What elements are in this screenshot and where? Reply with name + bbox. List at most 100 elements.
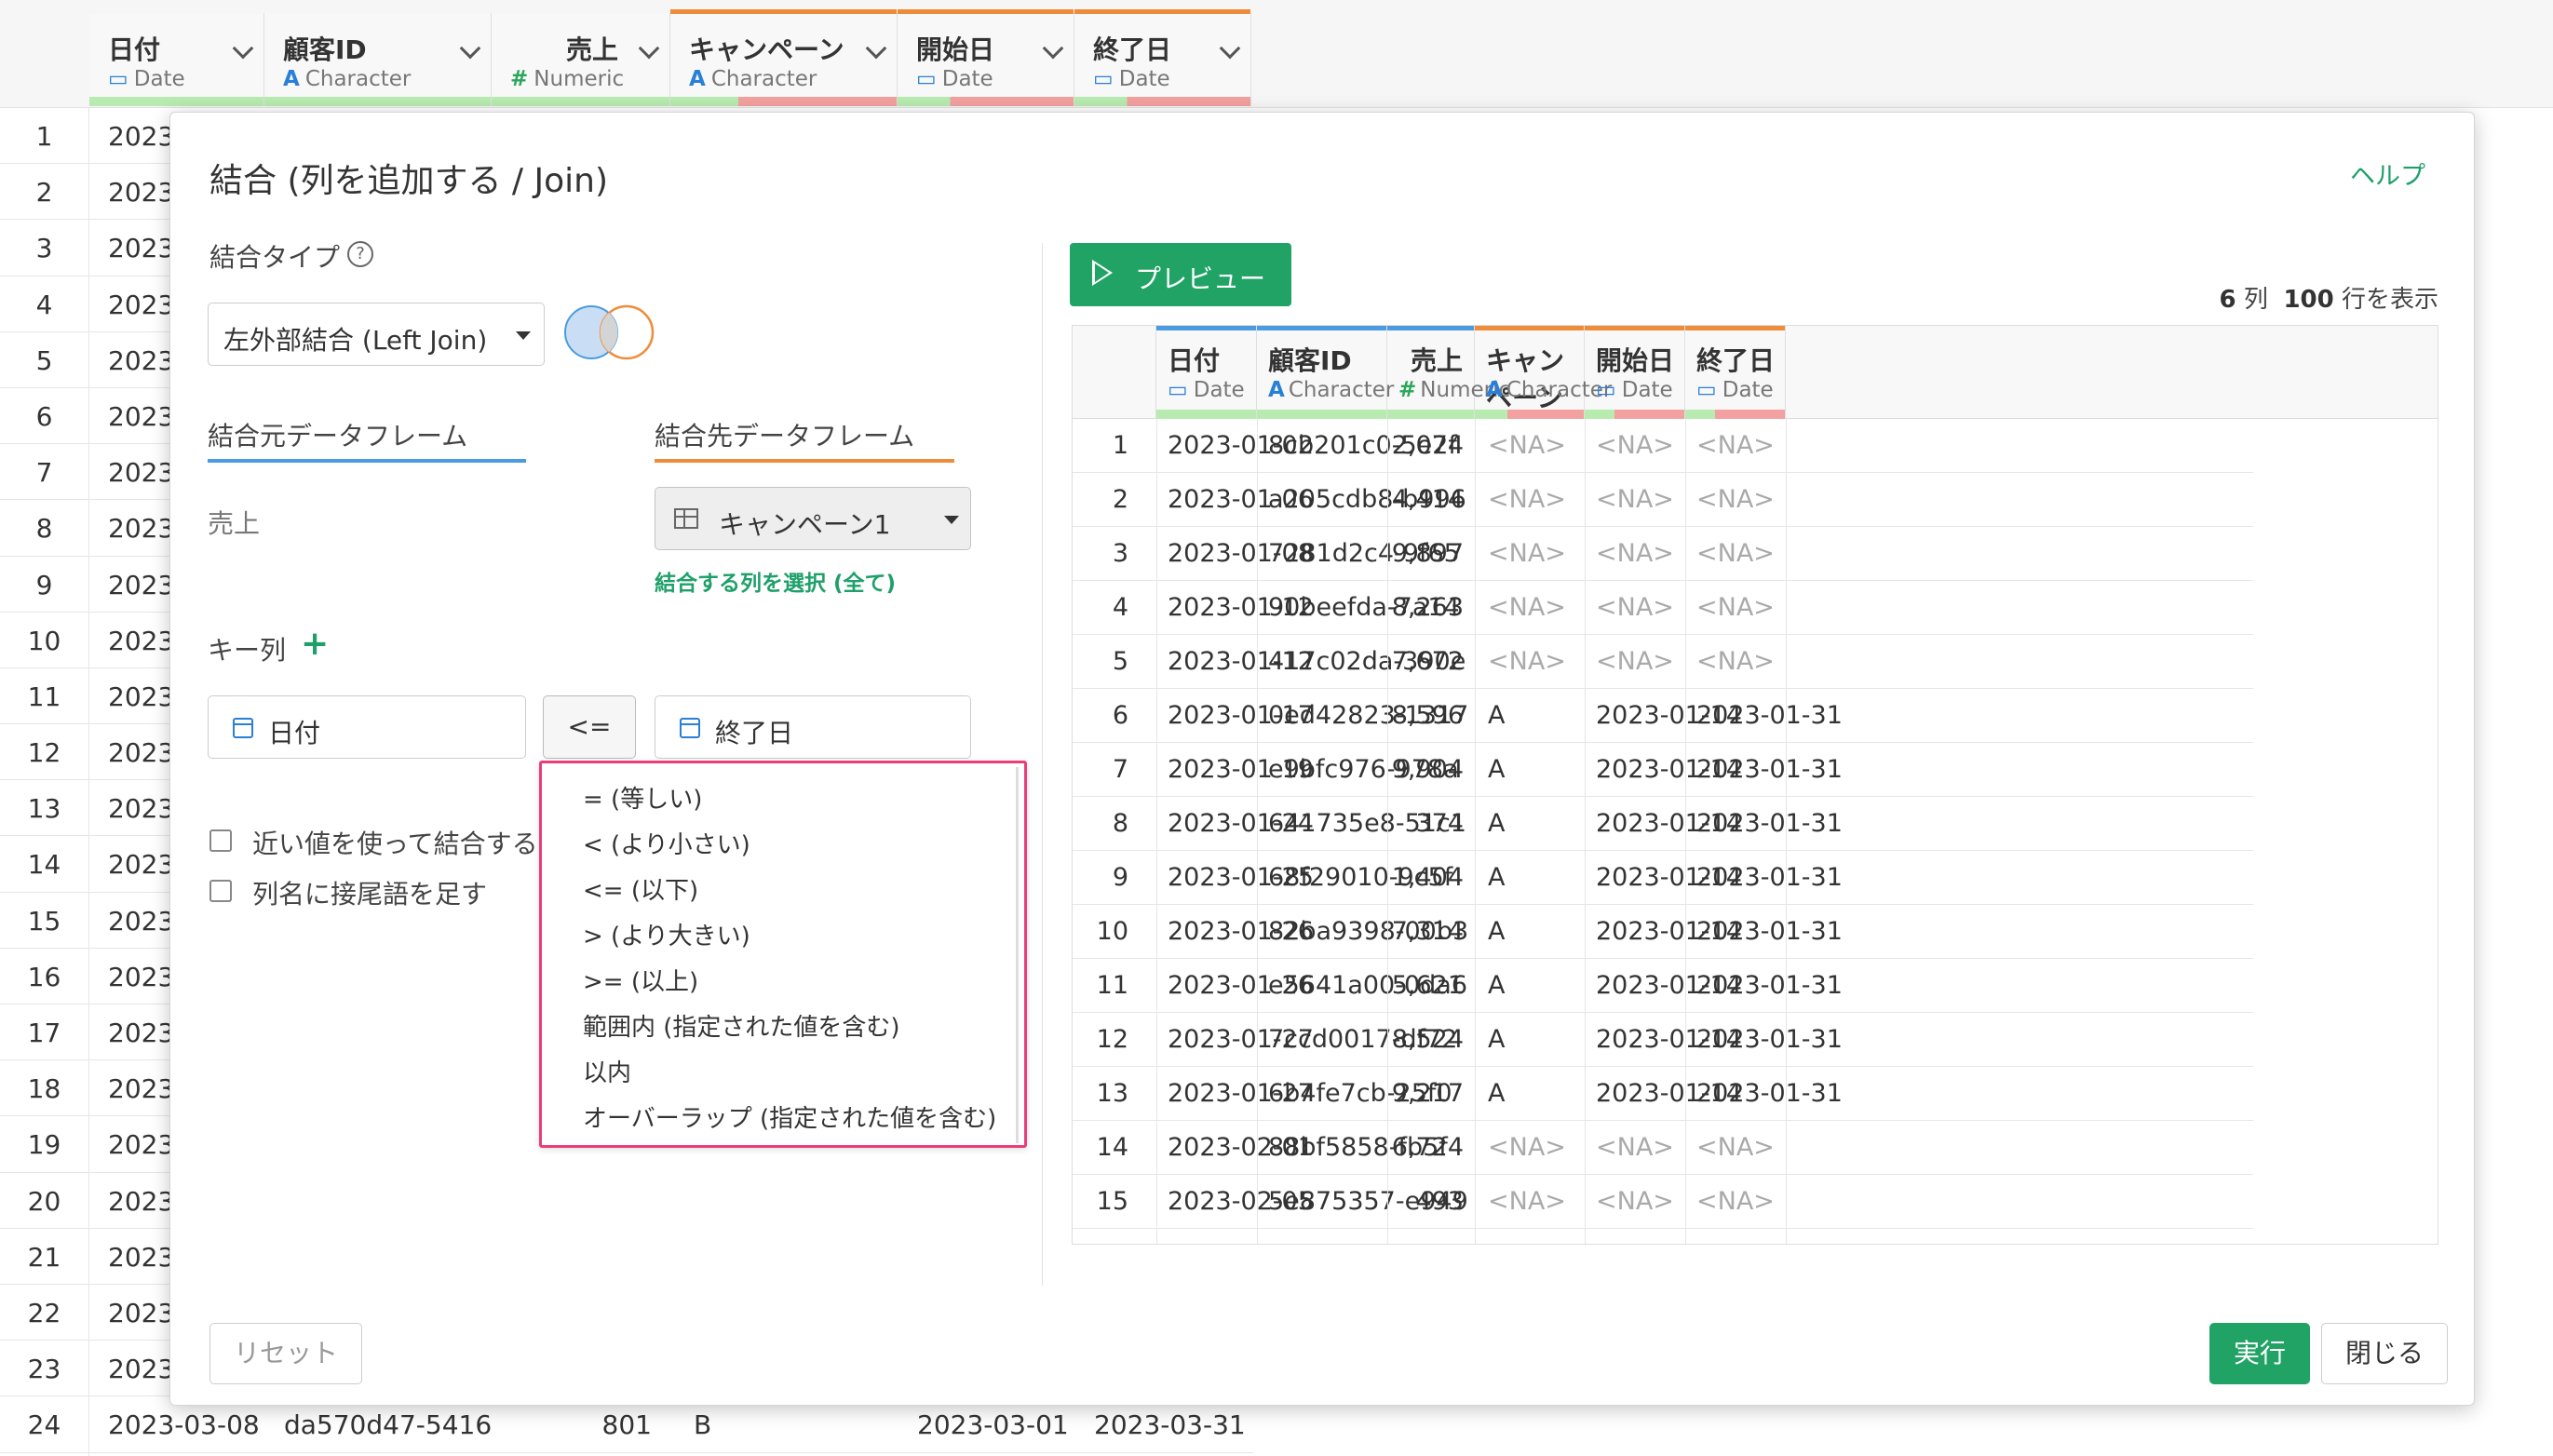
table-cell: 7,672 — [1391, 647, 1464, 676]
row-number: 10 — [27, 625, 61, 656]
select-columns-link[interactable]: 結合する列を選択 (全て) — [655, 565, 896, 597]
calendar-icon — [233, 718, 253, 738]
row-number: 12 — [1096, 1025, 1128, 1054]
table-cell: 374 — [1415, 809, 1464, 838]
preview-column-end-date[interactable]: 終了日 ▭ Date — [1685, 326, 1786, 419]
table-cell: <NA> — [1696, 1133, 1775, 1162]
row-number: 13 — [1096, 1079, 1128, 1108]
caret-down-icon — [516, 331, 531, 340]
column-type: A Character — [283, 67, 412, 91]
dropdown-scrollbar[interactable] — [1016, 767, 1019, 1143]
table-cell: 8,524 — [1391, 1025, 1464, 1054]
table-cell: <NA> — [1596, 1187, 1674, 1216]
bg-column-date[interactable]: 日付 ▭ Date — [89, 9, 264, 106]
preview-column-date[interactable]: 日付 ▭ Date — [1156, 326, 1257, 419]
question-icon[interactable]: ? — [347, 241, 373, 267]
table-cell: <NA> — [1696, 593, 1775, 622]
column-name: 売上 — [566, 34, 619, 65]
operator-option[interactable]: < (より小さい) — [583, 826, 750, 860]
key-operator-select[interactable]: <= — [543, 695, 636, 759]
bg-column-end-date[interactable]: 終了日 ▭ Date — [1074, 9, 1251, 106]
calendar-icon: ▭ — [108, 67, 128, 91]
operator-option[interactable]: オーバーラップ (指定された値を含む) — [583, 1099, 996, 1134]
preview-column-start-date[interactable]: 開始日 ▭ Date — [1585, 326, 1685, 419]
table-cell: <NA> — [1488, 647, 1566, 676]
chevron-down-icon[interactable] — [232, 37, 254, 60]
chevron-down-icon[interactable] — [638, 37, 660, 60]
key-left-select[interactable]: 日付 — [208, 695, 526, 759]
tab-target-dataframe[interactable]: 結合先データフレーム — [655, 416, 954, 463]
calendar-icon: ▭ — [1168, 378, 1188, 402]
preview-column-customer-id[interactable]: 顧客ID A Character — [1257, 326, 1394, 419]
table-row: 9 2023-01-25 68f29010-9c5f 1,404 A 2023-01-14… — [1073, 851, 2253, 905]
help-link[interactable]: ヘルプ — [2350, 155, 2425, 192]
tab-source-dataframe[interactable]: 結合元データフレーム — [208, 416, 526, 463]
calendar-icon: ▭ — [1093, 67, 1114, 91]
close-button[interactable]: 閉じる — [2321, 1323, 2448, 1384]
calendar-icon — [680, 718, 700, 738]
preview-column-sales[interactable]: 売上 # Numeric — [1387, 326, 1510, 419]
bg-column-customer-id[interactable]: 顧客ID A Character — [264, 13, 492, 106]
calendar-icon: ▭ — [916, 67, 937, 91]
join-dialog: 結合 (列を追加する / Join) ヘルプ 結合タイプ ? 左外部結合 (Le… — [169, 112, 2475, 1406]
table-cell: 2023 — [108, 1018, 175, 1048]
suffix-checkbox[interactable] — [209, 880, 232, 902]
nearest-value-label: 近い値を使って結合する — [252, 829, 538, 859]
column-name: 顧客ID — [1268, 345, 1352, 376]
nearest-value-checkbox[interactable] — [209, 829, 232, 852]
column-type: ▭ Date — [1696, 378, 1774, 402]
table-row: 4 2023-01-12 90beefda-7a14 8,263 <NA> <NA> <NA… — [1073, 581, 2253, 635]
table-cell: <NA> — [1488, 1187, 1566, 1216]
preview-column-campaign[interactable]: キャンペーン A Character — [1475, 326, 1612, 419]
operator-option[interactable]: > (より大きい) — [583, 917, 750, 951]
chevron-down-icon[interactable] — [1219, 37, 1241, 60]
operator-option[interactable]: >= (以上) — [583, 963, 698, 997]
table-row: 6 2023-01-17 0ed42823-1317 8,596 A 2023-01-14… — [1073, 689, 2253, 743]
row-number: 7 — [35, 457, 53, 489]
table-cell: 8,263 — [1391, 593, 1464, 622]
reset-button[interactable]: リセット — [209, 1323, 362, 1384]
table-cell: 2023 — [108, 457, 175, 489]
chevron-down-icon[interactable] — [865, 37, 887, 60]
table-row: 10 2023-01-26 82ba9398-00b3 7,314 A 2023-01-1… — [1073, 905, 2253, 959]
table-cell: <NA> — [1596, 593, 1674, 622]
operator-option[interactable]: = (等しい) — [583, 780, 702, 815]
key-right-value: 終了日 — [715, 718, 794, 748]
table-cell: 2023 — [108, 905, 175, 937]
target-dataframe-select[interactable]: キャンペーン1 — [655, 487, 971, 550]
join-type-label: 結合タイプ — [209, 242, 341, 273]
column-divider — [1387, 419, 1388, 1244]
table-row: 11 2023-01-26 e5641a00-0da6 5,621 A 2023-01-1… — [1073, 959, 2253, 1013]
table-cell: da570d47-5416 — [284, 1409, 493, 1441]
bg-column-start-date[interactable]: 開始日 ▭ Date — [898, 9, 1074, 106]
operator-option[interactable]: 以内 — [583, 1054, 631, 1088]
bg-column-campaign[interactable]: キャンペーン A Character — [670, 9, 898, 106]
row-number: 14 — [1096, 1133, 1128, 1162]
table-cell: <NA> — [1488, 485, 1566, 514]
row-number: 18 — [27, 1073, 61, 1105]
operator-option[interactable]: <= (以下) — [583, 871, 698, 906]
table-cell: 2,074 — [1391, 431, 1464, 460]
bg-column-sales[interactable]: 売上 # Numeric — [492, 13, 670, 106]
chevron-down-icon[interactable] — [1042, 37, 1064, 60]
table-cell: 9,904 — [1391, 755, 1464, 784]
key-right-select[interactable]: 終了日 — [655, 695, 971, 759]
venn-diagram-icon — [564, 304, 655, 360]
join-type-select[interactable]: 左外部結合 (Left Join) — [208, 303, 545, 366]
table-cell: 2023-03-31 — [1094, 1409, 1246, 1441]
table-cell: 2023 — [108, 569, 175, 600]
run-button[interactable]: 実行 — [2209, 1323, 2310, 1384]
chevron-down-icon[interactable] — [459, 37, 481, 60]
column-type: ▭ Date — [1596, 378, 1673, 402]
add-key-icon[interactable]: + — [301, 625, 329, 663]
row-number: 17 — [27, 1018, 61, 1048]
preview-button[interactable]: プレビュー — [1070, 243, 1291, 306]
operator-option[interactable]: 範囲内 (指定された値を含む) — [583, 1008, 900, 1043]
table-cell: A — [1488, 755, 1506, 784]
row-number: 23 — [27, 1354, 61, 1385]
column-divider — [1475, 419, 1476, 1244]
row-number: 24 — [27, 1409, 61, 1441]
table-cell: <NA> — [1596, 485, 1674, 514]
row-number: 20 — [27, 1185, 61, 1217]
caret-down-icon — [944, 516, 959, 524]
